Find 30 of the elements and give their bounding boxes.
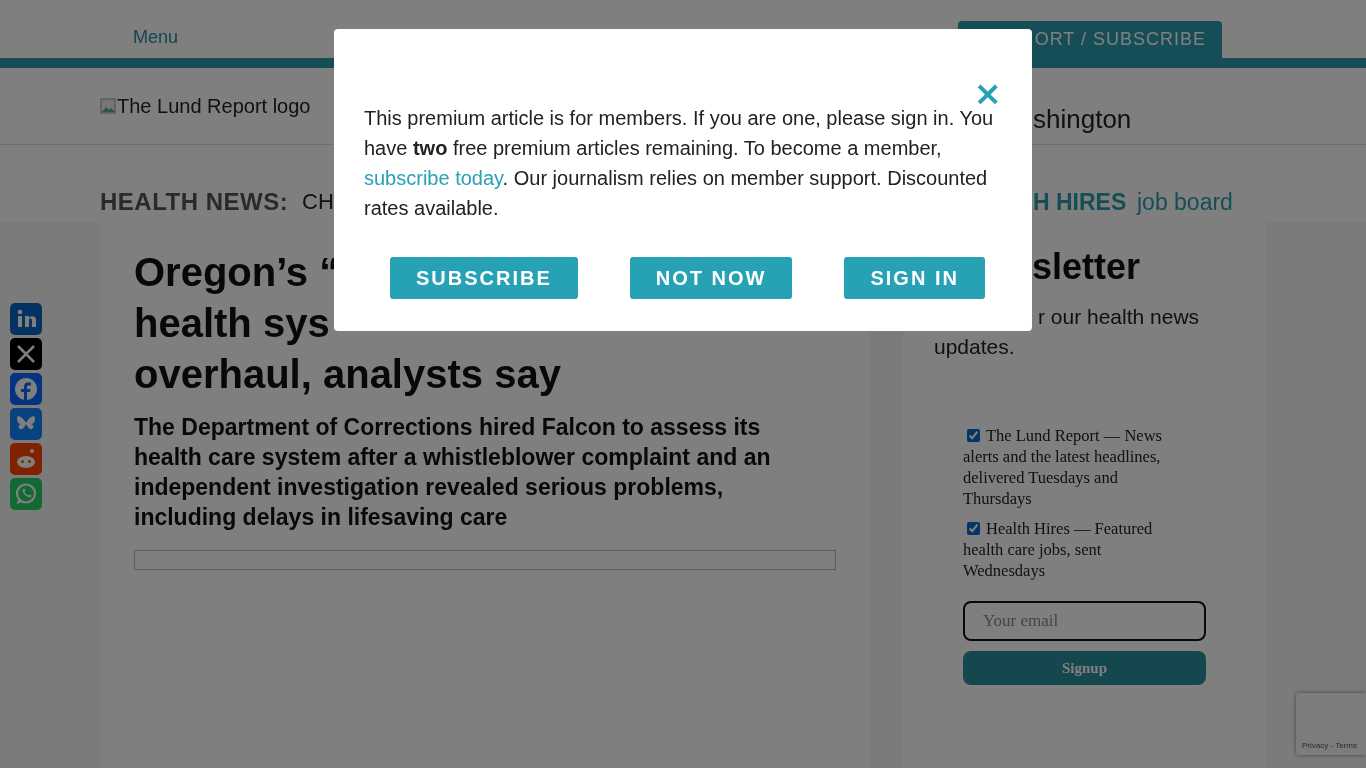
- reddit-share-icon[interactable]: [10, 443, 42, 475]
- dialog-button[interactable]: SIGN IN: [844, 257, 985, 299]
- linkedin-share-icon[interactable]: [10, 303, 42, 335]
- newsletter-title: sletter: [1032, 246, 1141, 288]
- job-board-link[interactable]: job board: [1137, 189, 1233, 216]
- region-label: shington: [1033, 104, 1132, 135]
- menu-link[interactable]: Menu: [133, 27, 179, 48]
- newsletter-option[interactable]: Health Hires — Featured health care jobs, sent Wednesdays: [963, 518, 1181, 581]
- newsletter-intro: r our health news updates.: [934, 304, 1201, 360]
- dialog-button[interactable]: SUBSCRIBE: [390, 257, 578, 299]
- subscribe-today-link[interactable]: subscribe today: [364, 167, 503, 189]
- headline-line: overhaul, analysts say: [134, 351, 561, 398]
- x-share-icon[interactable]: [10, 338, 42, 370]
- logo-alt-text: The Lund Report logo: [117, 94, 311, 118]
- whatsapp-share-icon[interactable]: [10, 478, 42, 510]
- dialog-button[interactable]: NOT NOW: [629, 257, 793, 299]
- topic-link[interactable]: CH: [302, 189, 334, 215]
- nav-label: HEALTH NEWS:: [100, 188, 289, 216]
- recaptcha-links[interactable]: Privacy - Terms: [1302, 741, 1357, 750]
- health-hires-link[interactable]: H HIRES: [1033, 189, 1127, 216]
- article-subheadline: The Department of Corrections hired Falcon to assess its health care system after a whistleblower complaint and an independent investigation revealed serious problems, including delays in lifesaving care: [134, 413, 772, 532]
- broken-image-icon: [100, 98, 116, 114]
- facebook-share-icon[interactable]: [10, 373, 42, 405]
- checkbox[interactable]: [967, 429, 980, 442]
- email-field[interactable]: Your email: [963, 601, 1206, 641]
- bluesky-share-icon[interactable]: [10, 408, 42, 440]
- checkbox[interactable]: [967, 522, 980, 535]
- signup-button[interactable]: Signup: [963, 651, 1206, 685]
- newsletter-option[interactable]: The Lund Report — News alerts and the latest headlines, delivered Tuesdays and Thursdays: [963, 425, 1181, 509]
- headline-line: health sys: [134, 300, 330, 347]
